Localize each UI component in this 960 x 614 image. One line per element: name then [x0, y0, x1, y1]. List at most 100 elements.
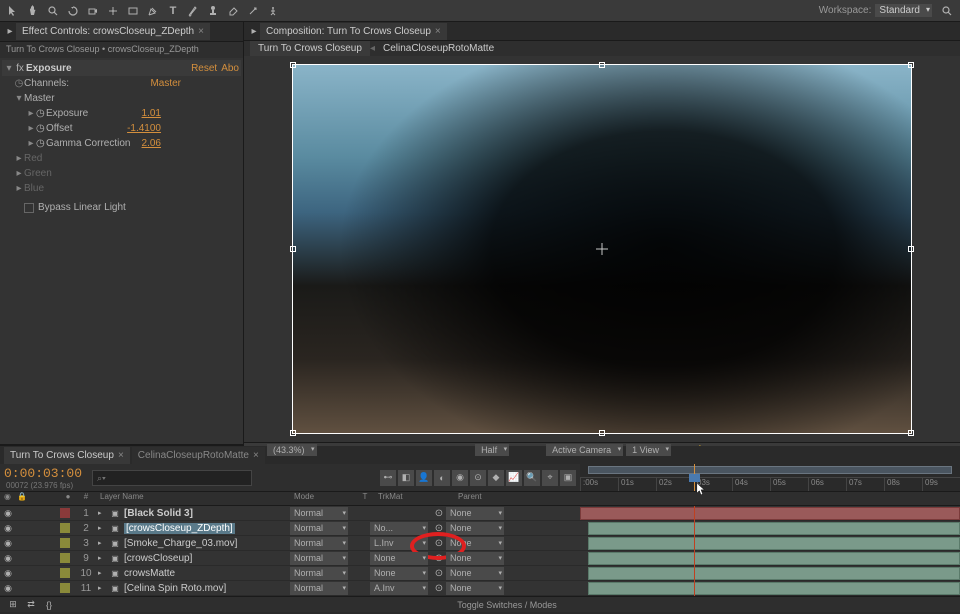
parent-dropdown[interactable]: None: [446, 582, 504, 595]
playhead-handle-icon[interactable]: [689, 474, 700, 482]
playhead-line[interactable]: [694, 506, 695, 596]
twirl-icon[interactable]: ▾: [14, 93, 24, 104]
layer-color-swatch[interactable]: [60, 538, 70, 548]
col-parent[interactable]: Parent: [454, 492, 544, 505]
pickwhip-icon[interactable]: ⊙: [432, 583, 446, 594]
solo-icon[interactable]: [15, 507, 27, 519]
comp-tab-2[interactable]: CelinaCloseupRotoMatte: [375, 41, 502, 56]
expand-icon[interactable]: ⊞: [4, 596, 22, 614]
hand-tool-icon[interactable]: [24, 2, 42, 20]
hide-shy-icon[interactable]: 👤: [416, 470, 432, 486]
comp-tab-1[interactable]: Turn To Crows Closeup: [250, 41, 370, 56]
lock-icon[interactable]: [28, 552, 40, 564]
twirl-icon[interactable]: ▸: [98, 569, 106, 577]
visibility-icon[interactable]: ◉: [2, 582, 14, 594]
lock-icon[interactable]: [28, 567, 40, 579]
layer-name[interactable]: [Celina Spin Roto.mov]: [124, 583, 226, 594]
toggle-view-icon[interactable]: ⇄: [22, 596, 40, 614]
blend-mode-dropdown[interactable]: Normal: [290, 522, 348, 535]
pickwhip-icon[interactable]: ⊙: [432, 553, 446, 564]
solo-icon[interactable]: [15, 552, 27, 564]
trkmat-dropdown[interactable]: L.Inv: [370, 537, 428, 550]
rect-tool-icon[interactable]: [124, 2, 142, 20]
lock-icon[interactable]: [28, 537, 40, 549]
effect-about-link[interactable]: Abo: [221, 63, 239, 74]
composition-viewer[interactable]: [244, 56, 960, 442]
solo-icon[interactable]: [15, 567, 27, 579]
selection-tool-icon[interactable]: [4, 2, 22, 20]
layer-timeline-area[interactable]: [580, 581, 960, 595]
pickwhip-icon[interactable]: ⊙: [432, 538, 446, 549]
text-tool-icon[interactable]: T: [164, 2, 182, 20]
twirl-icon[interactable]: ▸: [98, 584, 106, 592]
layer-timeline-area[interactable]: [580, 536, 960, 550]
twirl-icon[interactable]: ▸: [14, 153, 24, 164]
trkmat-dropdown[interactable]: A.Inv: [370, 582, 428, 595]
twirl-icon[interactable]: ▸: [98, 539, 106, 547]
anchor-tool-icon[interactable]: [104, 2, 122, 20]
anchor-point-icon[interactable]: [596, 243, 608, 255]
layer-color-swatch[interactable]: [60, 523, 70, 533]
effect-reset-link[interactable]: Reset: [191, 63, 217, 74]
twirl-icon[interactable]: ▸: [14, 183, 24, 194]
layer-duration-bar[interactable]: [588, 537, 960, 550]
visibility-icon[interactable]: ◉: [2, 537, 14, 549]
parent-dropdown[interactable]: None: [446, 552, 504, 565]
blend-mode-dropdown[interactable]: Normal: [290, 507, 348, 520]
fx-badge-icon[interactable]: fx: [14, 63, 26, 74]
resolution-dropdown[interactable]: Half: [475, 444, 509, 456]
composition-tab[interactable]: Composition: Turn To Crows Closeup: [260, 23, 447, 40]
timeline-tab-1[interactable]: Turn To Crows Closeup: [4, 447, 130, 464]
transform-handle[interactable]: [290, 246, 296, 252]
layer-row[interactable]: ◉ 2 ▸ ▣ [crowsCloseup_ZDepth] Normal No.…: [0, 521, 960, 536]
puppet-tool-icon[interactable]: [264, 2, 282, 20]
layer-color-swatch[interactable]: [60, 568, 70, 578]
timecode-display[interactable]: 0:00:03:00: [4, 466, 82, 481]
blend-mode-dropdown[interactable]: Normal: [290, 552, 348, 565]
lock-icon[interactable]: [28, 582, 40, 594]
layer-duration-bar[interactable]: [588, 552, 960, 565]
visibility-icon[interactable]: ◉: [2, 567, 14, 579]
layer-row[interactable]: ◉ 11 ▸ ▣ [Celina Spin Roto.mov] Normal A…: [0, 581, 960, 596]
rotate-tool-icon[interactable]: [64, 2, 82, 20]
transform-handle[interactable]: [599, 62, 605, 68]
col-name[interactable]: Layer Name: [96, 492, 290, 505]
visibility-icon[interactable]: ◉: [2, 507, 14, 519]
timeline-ruler-area[interactable]: :00s01s02s03s04s05s06s07s08s09s: [580, 464, 960, 491]
transform-handle[interactable]: [908, 62, 914, 68]
stopwatch-icon[interactable]: ◷: [36, 108, 46, 119]
layer-timeline-area[interactable]: [580, 551, 960, 565]
parent-dropdown[interactable]: None: [446, 567, 504, 580]
zoom-tool-icon[interactable]: [44, 2, 62, 20]
blend-mode-dropdown[interactable]: Normal: [290, 582, 348, 595]
transform-handle[interactable]: [908, 246, 914, 252]
panel-menu-icon[interactable]: ▸: [248, 22, 260, 40]
blend-mode-dropdown[interactable]: Normal: [290, 537, 348, 550]
graph-editor-icon[interactable]: 📈: [506, 470, 522, 486]
layer-color-swatch[interactable]: [60, 508, 70, 518]
layer-duration-bar[interactable]: [580, 507, 960, 520]
add-marker-icon[interactable]: ▣: [560, 470, 576, 486]
transform-handle[interactable]: [290, 430, 296, 436]
offset-value[interactable]: -1.4100: [127, 123, 161, 134]
exposure-value[interactable]: 1.01: [142, 108, 161, 119]
brackets-icon[interactable]: {}: [40, 596, 58, 614]
layer-duration-bar[interactable]: [588, 522, 960, 535]
timeline-tab-2[interactable]: CelinaCloseupRotoMatte: [132, 447, 265, 464]
parent-dropdown[interactable]: None: [446, 537, 504, 550]
parent-dropdown[interactable]: None: [446, 522, 504, 535]
snap-icon[interactable]: ⌖: [542, 470, 558, 486]
stamp-tool-icon[interactable]: [204, 2, 222, 20]
roto-tool-icon[interactable]: [244, 2, 262, 20]
col-trkmat[interactable]: TrkMat: [374, 492, 440, 505]
layer-duration-bar[interactable]: [588, 582, 960, 595]
trkmat-dropdown[interactable]: No...: [370, 522, 428, 535]
eraser-tool-icon[interactable]: [224, 2, 242, 20]
twirl-icon[interactable]: ▸: [26, 138, 36, 149]
pickwhip-icon[interactable]: ⊙: [432, 523, 446, 534]
layer-row[interactable]: ◉ 1 ▸ ▣ [Black Solid 3] Normal ⊙ None: [0, 506, 960, 521]
auto-keyframe-icon[interactable]: ◆: [488, 470, 504, 486]
layer-timeline-area[interactable]: [580, 566, 960, 580]
trkmat-dropdown[interactable]: None: [370, 567, 428, 580]
twirl-icon[interactable]: ▸: [26, 123, 36, 134]
